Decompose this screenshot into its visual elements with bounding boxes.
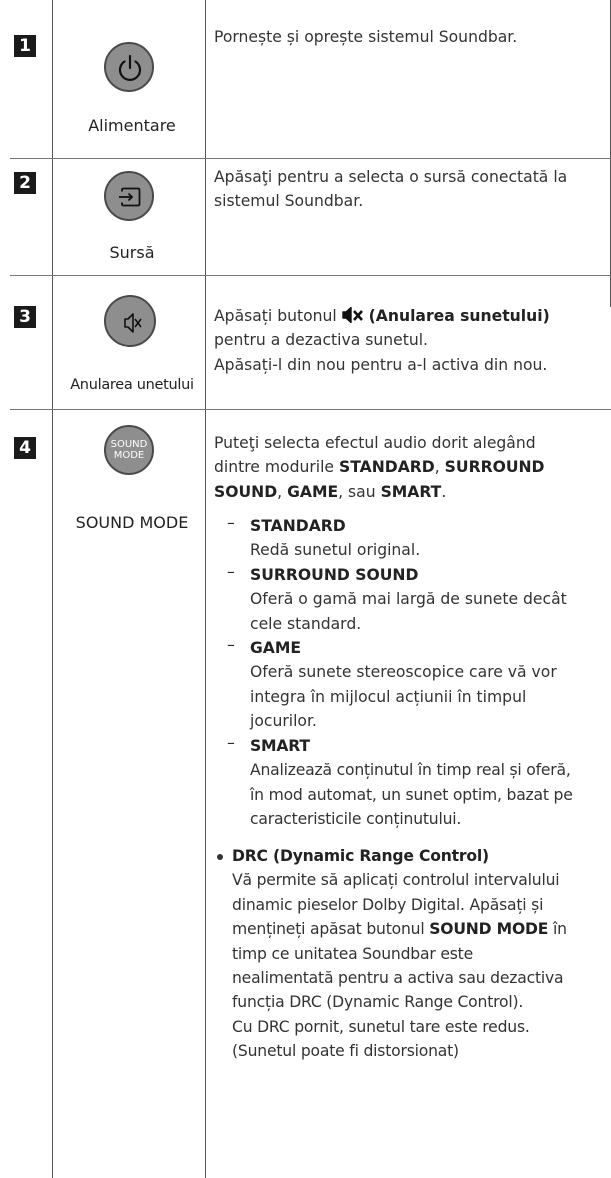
row-number-badge: 3 (14, 306, 36, 328)
power-icon (118, 54, 142, 81)
bullet-dot (217, 854, 223, 860)
sound-mode-button-text: SOUND MODE (110, 439, 148, 461)
row-description: Pornește și oprește sistemul Soundbar. (214, 28, 518, 46)
button-label-source: Sursă (109, 243, 155, 262)
table-divider (10, 158, 611, 159)
table-divider (52, 0, 53, 1178)
source-button[interactable] (104, 171, 154, 221)
mode-item-smart: SMART Analizează conținutul în timp real… (250, 737, 573, 829)
mute-speaker-icon (342, 306, 363, 324)
mode-item-game: GAME Oferă sunete stereoscopice care vă … (250, 639, 557, 731)
row-description: Apăsați butonul (Anularea sunetului) pen… (214, 306, 550, 374)
button-label-mute: Anularea unetului (70, 377, 194, 393)
row-number-badge: 1 (14, 35, 36, 57)
drc-section: DRC (Dynamic Range Control) Vă permite s… (232, 847, 567, 1061)
mode-item-surround-sound: SURROUND SOUND Oferă o gamă mai largă de… (250, 566, 567, 633)
manual-table: 1 Alimentare Pornește și oprește sistemu… (0, 0, 611, 1178)
table-divider (10, 275, 611, 276)
row-number-badge: 4 (14, 437, 36, 459)
mode-item-standard: STANDARD Redă sunetul original. (250, 517, 421, 560)
sound-mode-button[interactable]: SOUND MODE (104, 425, 154, 475)
row-description: Puteţi selecta efectul audio dorit alegâ… (214, 434, 545, 501)
list-dash: – (227, 514, 235, 532)
list-dash: – (227, 636, 235, 654)
table-divider (10, 409, 611, 410)
power-button[interactable] (104, 42, 154, 92)
row-number-badge: 2 (14, 172, 36, 194)
list-dash: – (227, 734, 235, 752)
mute-speaker-icon (124, 313, 142, 333)
source-input-icon (119, 187, 141, 207)
list-dash: – (227, 563, 235, 581)
button-label-power: Alimentare (88, 116, 176, 135)
button-label-sound-mode: SOUND MODE (75, 513, 189, 532)
mute-button[interactable] (104, 295, 156, 347)
table-divider (205, 0, 206, 1178)
row-description: Apăsaţi pentru a selecta o sursă conecta… (214, 168, 568, 211)
